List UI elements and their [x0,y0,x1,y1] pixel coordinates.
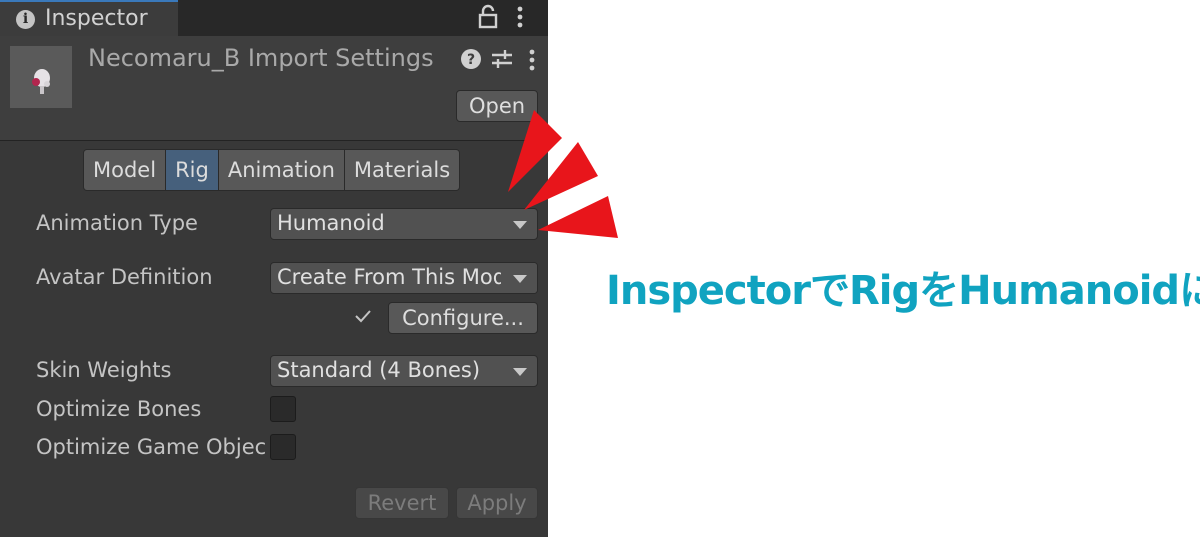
configure-button[interactable]: Configure... [388,302,538,334]
help-icon[interactable]: ? [460,48,482,74]
dropdown-caret-icon [513,275,527,283]
import-settings-header: Necomaru_B Import Settings ? Open [0,36,548,141]
animation-type-value: Humanoid [277,211,385,235]
animation-type-dropdown[interactable]: Humanoid [270,208,538,240]
import-tabs: Model Rig Animation Materials [83,149,461,191]
inspector-panel: i Inspector Necomaru_B Import Settings ?… [0,0,548,537]
header-kebab-icon[interactable] [527,48,537,76]
annotation-arrows [508,110,618,238]
apply-button[interactable]: Apply [456,487,538,519]
avatar-definition-label: Avatar Definition [36,265,213,289]
optimize-game-objects-checkbox[interactable] [270,434,296,460]
info-icon: i [16,10,35,29]
animation-type-label: Animation Type [36,211,198,235]
tab-inspector-label: Inspector [45,6,148,31]
kebab-menu-icon[interactable] [515,4,525,34]
tab-materials[interactable]: Materials [344,150,460,190]
optimize-game-objects-label: Optimize Game Objects [36,435,266,459]
lock-icon[interactable] [478,4,498,34]
preset-sliders-icon[interactable] [490,48,514,74]
dropdown-caret-icon [513,368,527,376]
tab-inspector[interactable]: i Inspector [0,0,178,36]
optimize-bones-checkbox[interactable] [270,396,296,422]
skin-weights-dropdown[interactable]: Standard (4 Bones) [270,355,538,387]
revert-button[interactable]: Revert [355,487,449,519]
tab-rig[interactable]: Rig [166,150,219,190]
checkmark-icon [354,308,372,328]
red-arrow-bottom [538,196,618,238]
tab-model[interactable]: Model [84,150,167,190]
tab-animation[interactable]: Animation [218,150,345,190]
svg-text:?: ? [467,52,475,68]
skin-weights-value: Standard (4 Bones) [277,358,481,382]
skin-weights-label: Skin Weights [36,358,172,382]
avatar-definition-value: Create From This Model [277,265,525,289]
asset-title: Necomaru_B Import Settings [88,44,434,72]
annotation-caption: InspectorでRigをHumanoidに [606,268,1200,314]
window-tab-strip: i Inspector [0,0,548,36]
asset-thumbnail [10,46,72,108]
avatar-definition-dropdown[interactable]: Create From This Model [270,262,538,294]
optimize-bones-label: Optimize Bones [36,397,202,421]
